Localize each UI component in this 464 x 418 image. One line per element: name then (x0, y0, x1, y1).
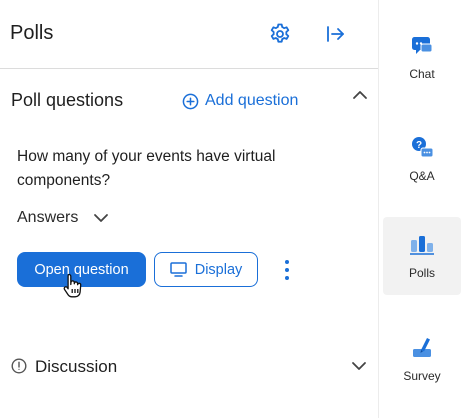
add-question-label: Add question (205, 92, 299, 109)
collapse-panel-button[interactable] (321, 20, 349, 48)
poll-questions-header: Poll questions Add question (0, 70, 378, 130)
chevron-down-icon (94, 214, 109, 222)
more-options-button[interactable] (277, 257, 297, 283)
kebab-dot (285, 260, 289, 264)
survey-icon (413, 338, 431, 357)
answers-label: Answers (17, 209, 79, 226)
right-rail: Chat ? Q&A Polls Survey (378, 0, 464, 418)
settings-button[interactable] (266, 20, 294, 48)
chat-icon (412, 37, 433, 54)
panel-header: Polls (0, 0, 378, 69)
polls-panel: Polls Poll questions Add question How ma… (0, 0, 378, 418)
rail-label-qa: Q&A (409, 169, 435, 183)
plus-circle-icon (182, 93, 199, 110)
rail-item-polls[interactable]: Polls (383, 217, 461, 295)
info-icon (11, 358, 27, 374)
kebab-dot (285, 276, 289, 280)
add-question-button[interactable]: Add question (182, 90, 298, 112)
discussion-section[interactable]: Discussion (0, 345, 378, 389)
discussion-label: Discussion (35, 357, 118, 376)
rail-label-chat: Chat (409, 67, 435, 81)
rail-label-survey: Survey (403, 369, 441, 383)
monitor-icon (169, 262, 187, 277)
rail-item-qa[interactable]: ? Q&A (383, 120, 461, 198)
kebab-dot (285, 268, 289, 272)
panel-title: Polls (10, 22, 54, 44)
display-button[interactable]: Display (154, 252, 258, 287)
chevron-down-icon (352, 362, 366, 370)
rail-item-survey[interactable]: Survey (383, 320, 461, 398)
poll-questions-title: Poll questions (11, 90, 124, 110)
rail-item-chat[interactable]: Chat (383, 18, 461, 96)
hand-pointer-cursor-icon (63, 273, 82, 298)
chevron-up-icon (353, 91, 367, 99)
collapse-panel-icon (327, 26, 344, 42)
polls-icon (410, 236, 434, 255)
collapse-section-button[interactable] (349, 84, 371, 106)
display-label: Display (194, 261, 243, 278)
gear-icon (270, 23, 290, 43)
qa-icon: ? (412, 137, 434, 158)
question-text: How many of your events have virtual com… (17, 148, 276, 189)
answers-toggle[interactable]: Answers (17, 207, 110, 229)
rail-label-polls: Polls (408, 266, 435, 280)
